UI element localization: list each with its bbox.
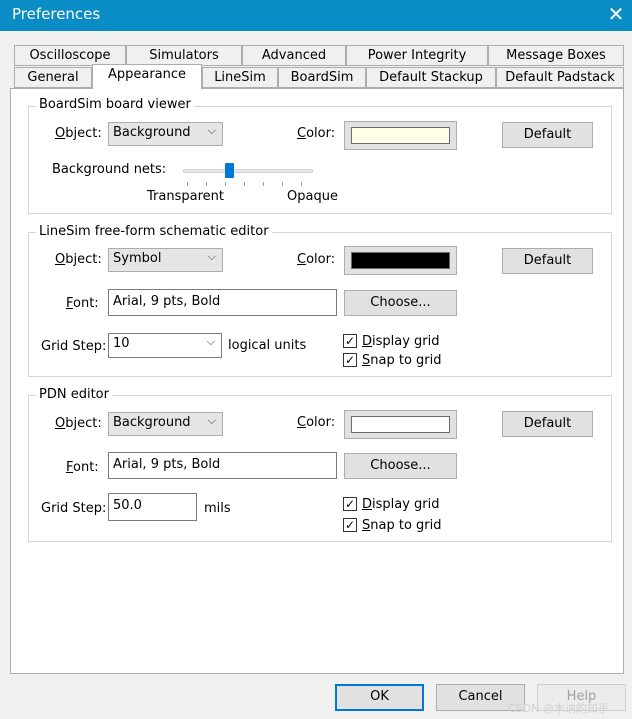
tab-default-padstack[interactable]: Default Padstack (496, 67, 624, 88)
pdn-grid-unit: mils (204, 501, 231, 516)
tab-appearance[interactable]: Appearance (92, 64, 202, 89)
boardsim-color-swatch (351, 127, 450, 144)
pdn-snap-grid-label: Snap to grid (362, 518, 442, 533)
boardsim-group-title: BoardSim board viewer (36, 97, 194, 112)
watermark-text: CSDN @木讷的知乎 (508, 702, 609, 715)
boardsim-object-select[interactable]: Background ⌵ (108, 122, 223, 146)
pdn-object-label: Object: (55, 416, 102, 431)
opaque-label: Opaque (287, 189, 338, 204)
slider-tick (187, 182, 188, 186)
linesim-choose-button[interactable]: Choose... (344, 290, 457, 316)
linesim-group-title: LineSim free-form schematic editor (36, 224, 272, 239)
chevron-down-icon: ⌵ (206, 335, 215, 348)
linesim-color-label: Color: (297, 252, 336, 267)
boardsim-color-label: Color: (297, 126, 336, 141)
boardsim-default-button[interactable]: Default (502, 122, 593, 148)
transparent-label: Transparent (147, 189, 224, 204)
tab-oscilloscope[interactable]: Oscilloscope (14, 45, 126, 66)
linesim-font-field[interactable]: Arial, 9 pts, Bold (108, 289, 337, 316)
boardsim-object-label: Object: (55, 126, 102, 141)
tab-general[interactable]: General (14, 67, 92, 88)
pdn-grid-label: Grid Step: (41, 501, 107, 516)
tab-linesim[interactable]: LineSim (202, 67, 278, 88)
background-nets-slider[interactable] (183, 169, 313, 173)
tab-simulators[interactable]: Simulators (126, 45, 242, 66)
pdn-font-field[interactable]: Arial, 9 pts, Bold (108, 452, 337, 479)
tab-boardsim[interactable]: BoardSim (278, 67, 366, 88)
tab-default-stackup[interactable]: Default Stackup (366, 67, 496, 88)
pdn-grid-value: 50.0 (113, 498, 142, 513)
slider-tick (301, 182, 302, 186)
linesim-font-value: Arial, 9 pts, Bold (113, 294, 221, 309)
chevron-down-icon: ⌵ (207, 414, 216, 427)
slider-tick (244, 182, 245, 186)
window-title: Preferences (12, 5, 101, 23)
pdn-group-title: PDN editor (36, 387, 112, 402)
linesim-object-value: Symbol (113, 251, 162, 266)
pdn-object-value: Background (113, 415, 191, 430)
pdn-display-grid-checkbox[interactable]: ✓ (343, 497, 357, 511)
linesim-grid-label: Grid Step: (41, 339, 107, 354)
ok-button[interactable]: OK (335, 684, 424, 711)
boardsim-color-button[interactable] (344, 121, 457, 150)
pdn-default-button[interactable]: Default (502, 411, 593, 437)
linesim-snap-grid-label: Snap to grid (362, 353, 442, 368)
pdn-color-swatch (351, 416, 450, 433)
pdn-color-button[interactable] (344, 410, 457, 439)
linesim-grid-unit: logical units (228, 338, 307, 353)
pdn-grid-field[interactable]: 50.0 (108, 493, 197, 521)
pdn-color-label: Color: (297, 415, 336, 430)
linesim-object-label: Object: (55, 252, 102, 267)
pdn-display-grid-label: Display grid (362, 497, 440, 512)
linesim-snap-grid-checkbox[interactable]: ✓ (343, 353, 357, 367)
close-icon[interactable]: ✕ (603, 2, 629, 28)
slider-thumb[interactable] (225, 163, 234, 178)
tab-advanced[interactable]: Advanced (242, 45, 346, 66)
linesim-color-button[interactable] (344, 246, 457, 275)
linesim-display-grid-label: Display grid (362, 334, 440, 349)
linesim-color-swatch (351, 252, 450, 269)
chevron-down-icon: ⌵ (207, 250, 216, 263)
tab-message-boxes[interactable]: Message Boxes (488, 45, 624, 66)
pdn-font-value: Arial, 9 pts, Bold (113, 457, 221, 472)
linesim-object-select[interactable]: Symbol ⌵ (108, 248, 223, 272)
pdn-object-select[interactable]: Background ⌵ (108, 412, 223, 436)
linesim-grid-value: 10 (113, 336, 130, 351)
slider-tick (206, 182, 207, 186)
chevron-down-icon: ⌵ (207, 124, 216, 137)
boardsim-object-value: Background (113, 125, 191, 140)
linesim-font-label: Font: (66, 296, 99, 311)
linesim-default-button[interactable]: Default (502, 248, 593, 274)
pdn-snap-grid-checkbox[interactable]: ✓ (343, 518, 357, 532)
tab-power-integrity[interactable]: Power Integrity (346, 45, 488, 66)
pdn-font-label: Font: (66, 460, 99, 475)
linesim-grid-select[interactable]: 10 ⌵ (108, 333, 222, 358)
pdn-choose-button[interactable]: Choose... (344, 453, 457, 479)
slider-tick (282, 182, 283, 186)
linesim-display-grid-checkbox[interactable]: ✓ (343, 334, 357, 348)
slider-tick (263, 182, 264, 186)
slider-tick (225, 182, 226, 186)
background-nets-label: Background nets: (52, 162, 167, 177)
